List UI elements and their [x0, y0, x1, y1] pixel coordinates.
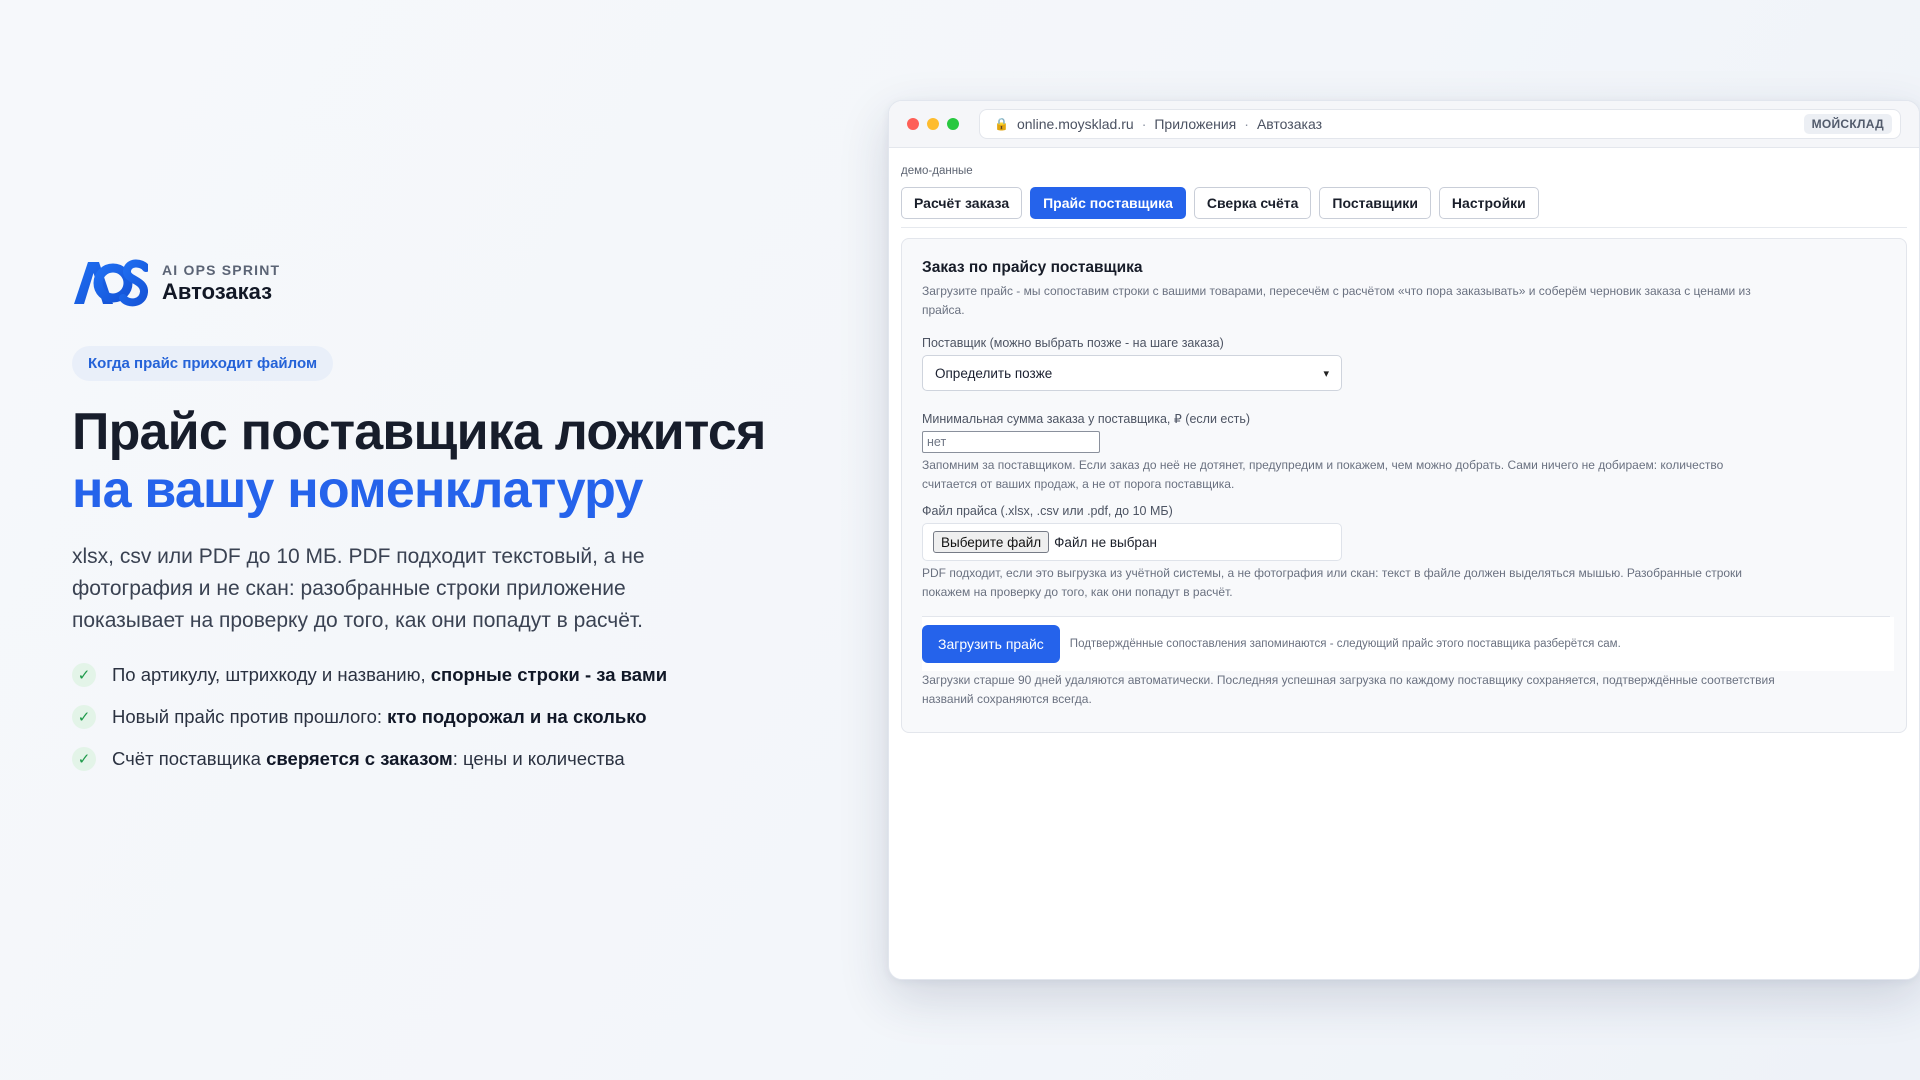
- upload-row: Загрузить прайс Подтверждённые сопоставл…: [922, 617, 1894, 671]
- check-icon: ✓: [72, 747, 96, 771]
- topic-pill: Когда прайс приходит файлом: [72, 346, 334, 381]
- min-sum-input[interactable]: нет: [922, 431, 1100, 453]
- file-status: Файл не выбран: [1054, 534, 1157, 550]
- url-separator: ·: [1244, 116, 1249, 132]
- chevron-down-icon: ▾: [1323, 367, 1329, 380]
- supplier-label: Поставщик (можно выбрать позже - на шаге…: [922, 336, 1224, 350]
- min-sum-placeholder: нет: [927, 435, 947, 449]
- price-upload-card: Заказ по прайсу поставщика Загрузите пра…: [901, 238, 1907, 733]
- window-maximize-dot[interactable]: [947, 118, 959, 130]
- browser-chrome: 🔒 online.moysklad.ru · Приложения · Авто…: [889, 101, 1919, 148]
- card-intro: Загрузите прайс - мы сопоставим строки с…: [922, 284, 1751, 317]
- tab-invoice-check[interactable]: Сверка счёта: [1193, 187, 1312, 219]
- upload-note: Подтверждённые сопоставления запоминаютс…: [1069, 638, 1621, 650]
- tab-settings[interactable]: Настройки: [1438, 187, 1539, 219]
- app-content: демо-данные Расчёт заказа Прайс поставщи…: [889, 148, 1919, 733]
- min-sum-hint: Запомним за поставщиком. Если заказ до н…: [922, 458, 1724, 491]
- feature-text: Новый прайс против прошлого:: [112, 706, 388, 727]
- feature-text: Счёт поставщика: [112, 748, 267, 769]
- demo-data-label: демо-данные: [901, 165, 973, 177]
- min-sum-label: Минимальная сумма заказа у поставщика, ₽…: [922, 412, 1251, 426]
- lock-icon: 🔒: [994, 117, 1009, 131]
- aos-logo-icon: [74, 259, 148, 307]
- feature-list: ✓ По артикулу, штрихкоду и названию, спо…: [72, 663, 792, 771]
- supplier-select-value: Определить позже: [935, 365, 1053, 381]
- check-icon: ✓: [72, 663, 96, 687]
- tab-suppliers[interactable]: Поставщики: [1319, 187, 1431, 219]
- promo-section: AI OPS SPRINT Автозаказ Когда прайс прих…: [72, 258, 792, 789]
- brand-product-name: Автозаказ: [162, 278, 273, 304]
- headline-line-2: на вашу номенклатуру: [72, 461, 643, 519]
- window-minimize-dot[interactable]: [927, 118, 939, 130]
- brand-kicker: AI OPS SPRINT: [162, 261, 281, 278]
- url-separator: ·: [1141, 116, 1147, 132]
- feature-item: ✓ По артикулу, штрихкоду и названию, спо…: [72, 663, 792, 687]
- feature-item: ✓ Счёт поставщика сверяется с заказом: ц…: [72, 747, 792, 771]
- feature-text-tail: : цены и количества: [452, 748, 625, 769]
- headline: Прайс поставщика ложится на вашу номенкл…: [72, 403, 792, 519]
- check-icon: ✓: [72, 705, 96, 729]
- feature-text-bold: кто подорожал и на сколько: [387, 706, 647, 727]
- upload-price-button[interactable]: Загрузить прайс: [922, 625, 1060, 663]
- lead-paragraph: xlsx, csv или PDF до 10 МБ. PDF подходит…: [72, 545, 645, 632]
- feature-text-bold: спорные строки - за вами: [430, 664, 668, 685]
- feature-text-bold: сверяется с заказом: [266, 748, 453, 769]
- url-segment-app: Автозаказ: [1256, 116, 1322, 132]
- url-segment-apps: Приложения: [1154, 116, 1237, 132]
- feature-text: По артикулу, штрихкоду и названию,: [112, 664, 431, 685]
- file-hint: PDF подходит, если это выгрузка из учётн…: [922, 566, 1743, 599]
- browser-window: 🔒 online.moysklad.ru · Приложения · Авто…: [888, 100, 1920, 980]
- tab-supplier-price[interactable]: Прайс поставщика: [1030, 187, 1186, 219]
- address-bar[interactable]: 🔒 online.moysklad.ru · Приложения · Авто…: [979, 109, 1901, 139]
- url-host: online.moysklad.ru: [1016, 116, 1134, 132]
- brand: AI OPS SPRINT Автозаказ: [72, 258, 792, 308]
- retention-note: Загрузки старше 90 дней удаляются автома…: [922, 673, 1775, 706]
- headline-line-1: Прайс поставщика ложится: [72, 403, 766, 461]
- file-picker: Выберите файл Файл не выбран: [922, 523, 1342, 561]
- tab-order-calculation[interactable]: Расчёт заказа: [901, 187, 1023, 219]
- moysklad-badge: МОЙСКЛАД: [1803, 114, 1892, 134]
- choose-file-button[interactable]: Выберите файл: [933, 531, 1050, 553]
- window-close-dot[interactable]: [907, 118, 919, 130]
- tab-bar: Расчёт заказа Прайс поставщика Сверка сч…: [901, 187, 1907, 228]
- file-label: Файл прайса (.xlsx, .csv или .pdf, до 10…: [922, 504, 1173, 518]
- supplier-select[interactable]: Определить позже ▾: [922, 355, 1342, 391]
- card-title: Заказ по прайсу поставщика: [922, 259, 1143, 276]
- feature-item: ✓ Новый прайс против прошлого: кто подор…: [72, 705, 792, 729]
